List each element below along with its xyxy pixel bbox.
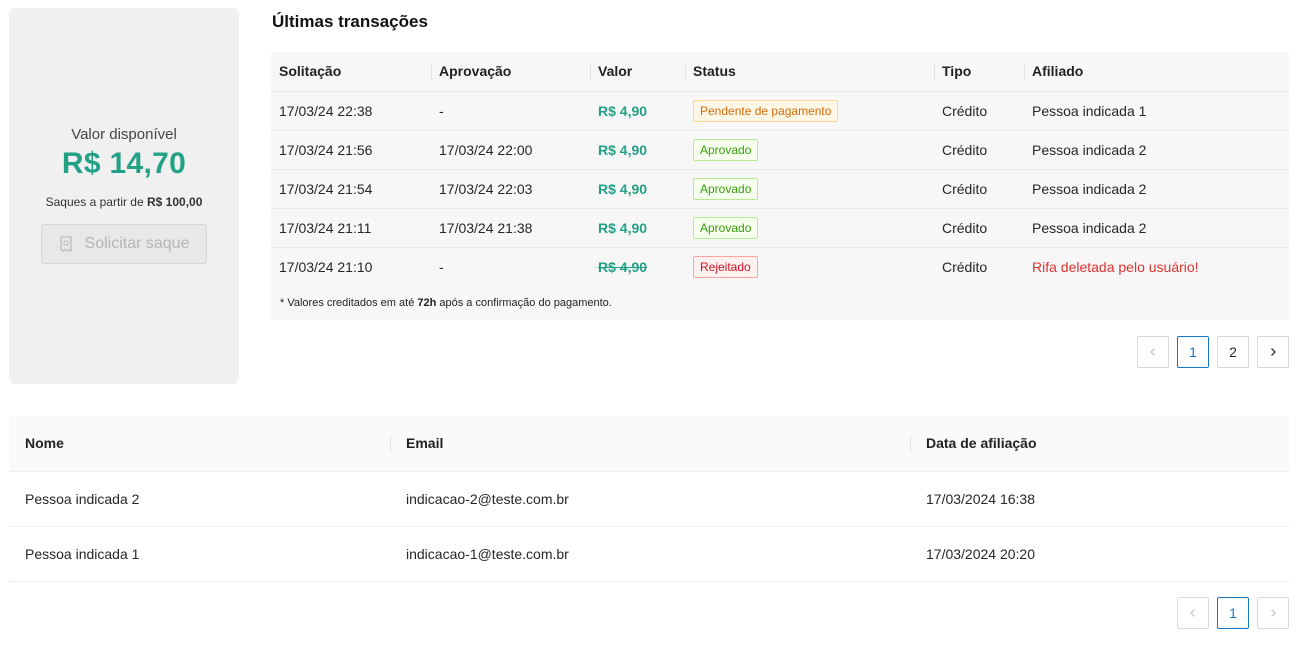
table-row: 17/03/24 21:54 17/03/24 22:03 R$ 4,90 Ap…	[271, 169, 1289, 209]
cell-type: Crédito	[934, 91, 1024, 131]
table-row: 17/03/24 22:38 - R$ 4,90 Pendente de pag…	[271, 91, 1289, 131]
balance-value: R$ 14,70	[61, 147, 187, 180]
col-header-email: Email	[390, 416, 910, 472]
cell-value: R$ 4,90	[590, 130, 685, 170]
cell-affiliate: Pessoa indicada 1	[1024, 91, 1289, 131]
cell-requested: 17/03/24 21:56	[271, 130, 431, 170]
cell-affiliate: Pessoa indicada 2	[1024, 208, 1289, 248]
withdraw-note-text: Saques a partir de	[45, 195, 147, 209]
cell-date: 17/03/2024 16:38	[910, 471, 1289, 527]
pagination-next-button[interactable]	[1257, 597, 1289, 629]
cell-affiliate: Pessoa indicada 2	[1024, 169, 1289, 209]
balance-label: Valor disponível	[71, 126, 177, 143]
cell-approved: -	[431, 91, 590, 131]
cell-value: R$ 4,90	[590, 208, 685, 248]
status-badge: Aprovado	[693, 138, 759, 161]
cell-requested: 17/03/24 21:11	[271, 208, 431, 248]
cell-status: Aprovado	[685, 169, 934, 209]
cell-name: Pessoa indicada 2	[9, 471, 390, 527]
transactions-pagination: 1 2	[1137, 336, 1289, 368]
table-row: Pessoa indicada 1 indicacao-1@teste.com.…	[9, 526, 1289, 582]
referrals-header-row: Nome Email Data de afiliação	[9, 416, 1289, 472]
referrals-pagination: 1	[1177, 597, 1289, 629]
cell-approved: 17/03/24 21:38	[431, 208, 590, 248]
cell-value: R$ 4,90	[590, 247, 685, 287]
status-badge: Aprovado	[693, 216, 759, 239]
cell-name: Pessoa indicada 1	[9, 526, 390, 582]
status-badge: Aprovado	[693, 177, 759, 200]
footnote-text-end: após a confirmação do pagamento.	[436, 297, 612, 309]
cell-value: R$ 4,90	[590, 169, 685, 209]
cell-status: Aprovado	[685, 130, 934, 170]
table-row: Pessoa indicada 2 indicacao-2@teste.com.…	[9, 471, 1289, 527]
referrals-table: Nome Email Data de afiliação Pessoa indi…	[9, 416, 1289, 582]
cell-affiliate: Pessoa indicada 2	[1024, 130, 1289, 170]
table-row: 17/03/24 21:11 17/03/24 21:38 R$ 4,90 Ap…	[271, 208, 1289, 248]
footnote-text: * Valores creditados em até	[280, 297, 418, 309]
col-header-affiliate: Afiliado	[1024, 52, 1289, 92]
chevron-right-icon	[1268, 344, 1278, 360]
cell-type: Crédito	[934, 247, 1024, 287]
pagination-prev-button[interactable]	[1137, 336, 1169, 368]
transactions-title: Últimas transações	[272, 12, 428, 31]
cell-type: Crédito	[934, 130, 1024, 170]
cell-requested: 17/03/24 22:38	[271, 91, 431, 131]
status-badge: Rejeitado	[693, 255, 758, 278]
request-withdraw-label: Solicitar saque	[84, 235, 190, 252]
col-header-approved: Aprovação	[431, 52, 590, 92]
transactions-footnote: * Valores creditados em até 72h após a c…	[271, 286, 1289, 320]
request-withdraw-button[interactable]: Solicitar saque	[41, 224, 207, 264]
transactions-table: Solitação Aprovação Valor Status Tipo Af…	[271, 52, 1289, 287]
footnote-hours: 72h	[417, 297, 437, 309]
transactions-header-row: Solitação Aprovação Valor Status Tipo Af…	[271, 52, 1289, 92]
cell-affiliate: Rifa deletada pelo usuário!	[1024, 247, 1289, 287]
withdraw-note-amount: R$ 100,00	[147, 195, 203, 209]
cell-date: 17/03/2024 20:20	[910, 526, 1289, 582]
cell-email: indicacao-2@teste.com.br	[390, 471, 910, 527]
table-row: 17/03/24 21:56 17/03/24 22:00 R$ 4,90 Ap…	[271, 130, 1289, 170]
col-header-requested: Solitação	[271, 52, 431, 92]
cell-approved: -	[431, 247, 590, 287]
col-header-type: Tipo	[934, 52, 1024, 92]
cell-approved: 17/03/24 22:00	[431, 130, 590, 170]
cell-requested: 17/03/24 21:10	[271, 247, 431, 287]
cell-value: R$ 4,90	[590, 91, 685, 131]
chevron-right-icon	[1268, 605, 1278, 621]
col-header-affiliation-date: Data de afiliação	[910, 416, 1289, 472]
chevron-left-icon	[1188, 605, 1198, 621]
cell-email: indicacao-1@teste.com.br	[390, 526, 910, 582]
col-header-status: Status	[685, 52, 934, 92]
pagination-page-2[interactable]: 2	[1217, 336, 1249, 368]
cell-status: Rejeitado	[685, 247, 934, 287]
receipt-icon	[59, 236, 73, 252]
status-badge: Pendente de pagamento	[693, 99, 839, 122]
balance-card: Valor disponível R$ 14,70 Saques a parti…	[9, 8, 239, 384]
col-header-value: Valor	[590, 52, 685, 92]
pagination-page-1[interactable]: 1	[1217, 597, 1249, 629]
pagination-next-button[interactable]	[1257, 336, 1289, 368]
col-header-name: Nome	[9, 416, 390, 472]
pagination-page-1[interactable]: 1	[1177, 336, 1209, 368]
cell-type: Crédito	[934, 169, 1024, 209]
cell-type: Crédito	[934, 208, 1024, 248]
chevron-left-icon	[1148, 344, 1158, 360]
cell-requested: 17/03/24 21:54	[271, 169, 431, 209]
cell-status: Aprovado	[685, 208, 934, 248]
table-row: 17/03/24 21:10 - R$ 4,90 Rejeitado Crédi…	[271, 247, 1289, 287]
cell-status: Pendente de pagamento	[685, 91, 934, 131]
cell-approved: 17/03/24 22:03	[431, 169, 590, 209]
withdraw-minimum-note: Saques a partir de R$ 100,00	[46, 195, 203, 209]
pagination-prev-button[interactable]	[1177, 597, 1209, 629]
